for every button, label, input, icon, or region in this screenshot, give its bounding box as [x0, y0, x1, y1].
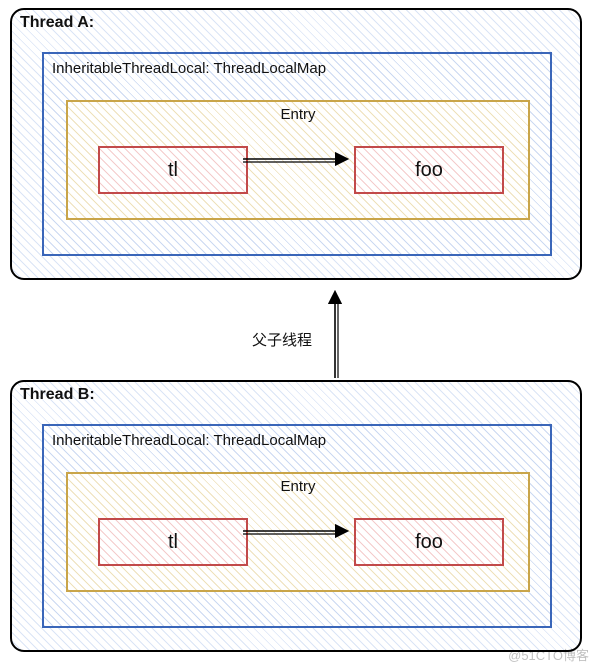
thread-a-entry-key: tl	[98, 146, 248, 194]
thread-b-box: Thread B: InheritableThreadLocal: Thread…	[10, 380, 582, 652]
thread-a-entry-title: Entry	[280, 106, 315, 123]
thread-b-entry-title: Entry	[280, 478, 315, 495]
thread-a-map-box: InheritableThreadLocal: ThreadLocalMap E…	[42, 52, 552, 256]
thread-b-title: Thread B:	[20, 386, 95, 404]
thread-a-entry-value-label: foo	[415, 159, 443, 182]
thread-b-entry-box: Entry tl foo	[66, 472, 530, 592]
watermark: @51CTO博客	[508, 645, 589, 664]
parent-child-arrow	[335, 293, 338, 378]
thread-b-entry-value-label: foo	[415, 531, 443, 554]
thread-a-title: Thread A:	[20, 14, 94, 32]
thread-b-entry-value: foo	[354, 518, 504, 566]
thread-b-entry-key-label: tl	[168, 531, 178, 554]
thread-b-map-title: InheritableThreadLocal: ThreadLocalMap	[52, 432, 326, 449]
thread-a-entry-box: Entry tl foo	[66, 100, 530, 220]
thread-a-box: Thread A: InheritableThreadLocal: Thread…	[10, 8, 582, 280]
thread-b-map-box: InheritableThreadLocal: ThreadLocalMap E…	[42, 424, 552, 628]
thread-b-entry-key: tl	[98, 518, 248, 566]
diagram-canvas: Thread A: InheritableThreadLocal: Thread…	[0, 0, 595, 668]
parent-child-label: 父子线程	[252, 329, 312, 350]
thread-a-map-title: InheritableThreadLocal: ThreadLocalMap	[52, 60, 326, 77]
thread-a-entry-value: foo	[354, 146, 504, 194]
thread-a-entry-key-label: tl	[168, 159, 178, 182]
